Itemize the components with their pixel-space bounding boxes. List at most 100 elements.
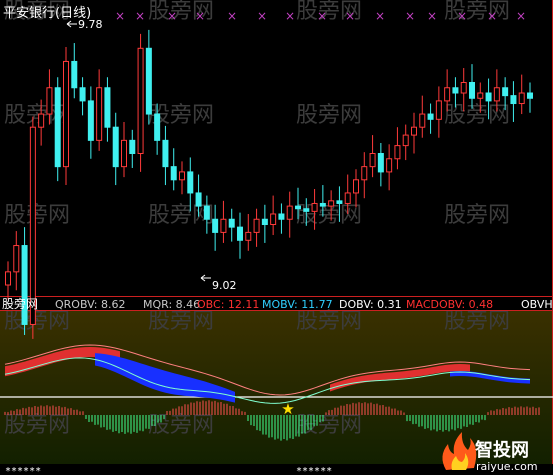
candle-up xyxy=(419,113,426,128)
candle-down xyxy=(261,218,268,226)
watermark-text: 股旁网 xyxy=(4,413,70,438)
top-marker: × xyxy=(427,9,437,23)
watermark-text: 股旁网 xyxy=(296,309,362,334)
candle-down xyxy=(237,226,243,241)
candle-up xyxy=(253,218,260,233)
candle-up xyxy=(394,145,401,160)
candle-up xyxy=(369,153,376,168)
candle-down xyxy=(104,87,111,128)
candle-down xyxy=(112,126,119,168)
candle-up xyxy=(328,200,335,207)
readout-1: MQR: 8.46 xyxy=(143,298,200,311)
candle-up xyxy=(29,126,36,325)
candle-up xyxy=(344,192,351,204)
watermark-text: 股旁网 xyxy=(296,413,362,438)
candle-down xyxy=(162,139,169,168)
candle-up xyxy=(402,134,409,147)
candle-up xyxy=(361,166,368,181)
candle-up xyxy=(518,92,525,105)
candle-down xyxy=(54,87,61,168)
candle-down xyxy=(203,205,210,220)
top-markers: × × × × × × × × × × × × × × × xyxy=(115,9,526,23)
bottom-marks-mid: ****** xyxy=(296,466,332,475)
watermark-text: 股旁网 xyxy=(296,103,362,128)
readout-2: OBC: 12.11 xyxy=(197,298,259,311)
top-marker: × xyxy=(317,9,327,23)
candle-up xyxy=(286,205,293,220)
candle-down xyxy=(170,166,177,181)
candle-down xyxy=(129,139,136,155)
candle-down xyxy=(427,113,434,120)
candle-down xyxy=(377,153,384,173)
readout-5: MACDOBV: 0.48 xyxy=(406,298,493,311)
candle-up xyxy=(493,87,500,102)
top-marker: × xyxy=(405,9,415,23)
top-marker: × xyxy=(135,9,145,23)
candle-down xyxy=(485,92,492,102)
indicator-readouts: QROBV: 8.62 MQR: 8.46OBC: 12.11 MOBV: 11.7… xyxy=(55,298,553,311)
candle-up xyxy=(435,100,442,120)
top-marker: × xyxy=(345,9,355,23)
candle-up xyxy=(477,92,484,99)
top-marker: × xyxy=(115,9,125,23)
watermark-text: 股旁网 xyxy=(444,309,510,334)
watermark-text: 股旁网 xyxy=(148,309,214,334)
high-label: 9.78 xyxy=(78,18,103,31)
candle-down xyxy=(187,171,194,194)
candle-down xyxy=(212,218,219,233)
candle-up xyxy=(270,213,277,226)
candle-down xyxy=(469,81,475,99)
top-marker: × xyxy=(195,9,205,23)
top-marker: × xyxy=(487,9,497,23)
candle-up xyxy=(353,179,359,194)
candle-up xyxy=(13,245,20,273)
readout-3: MOBV: 11.77 xyxy=(262,298,333,311)
candle-down xyxy=(278,213,285,220)
candle-up xyxy=(386,158,393,173)
candle-up xyxy=(245,231,252,241)
readout-0: QROBV: 8.62 xyxy=(55,298,126,311)
candle-down xyxy=(527,92,533,99)
candle-up xyxy=(220,218,227,233)
candle-down xyxy=(154,113,161,141)
watermark-text: 股旁网 xyxy=(4,203,70,228)
top-marker: × xyxy=(375,9,385,23)
candle-down xyxy=(502,87,509,97)
candle-down xyxy=(303,208,310,212)
watermark-text: 股旁网 xyxy=(444,203,510,228)
bottom-marks-left: ****** xyxy=(5,466,41,475)
readout-4: DOBV: 0.31 xyxy=(339,298,402,311)
candle-up xyxy=(179,171,185,181)
candle-down xyxy=(319,202,326,207)
candle-down xyxy=(21,245,28,325)
chart-canvas: 股旁网 股旁网 股旁网 股旁网股旁网 股旁网 股旁网 股旁网股旁网 股旁网 股旁网 股旁网股旁网股… xyxy=(0,0,553,475)
watermark-text: 股旁网 xyxy=(444,103,510,128)
candle-down xyxy=(87,100,94,141)
candle-up xyxy=(63,60,69,168)
candle-up xyxy=(311,202,318,212)
candle-up xyxy=(444,87,451,102)
candle-down xyxy=(452,87,459,94)
candle-up xyxy=(5,271,11,286)
top-marker: × xyxy=(457,9,467,23)
watermark-text: 股旁网 xyxy=(4,309,70,334)
signal-star-icon: ★ xyxy=(281,400,294,418)
top-marker: × xyxy=(167,9,177,23)
price-panel-bg xyxy=(0,0,553,296)
watermark-text: 股旁网 xyxy=(444,0,510,24)
candle-up xyxy=(121,139,127,168)
candle-down xyxy=(195,192,202,207)
candle-up xyxy=(137,47,144,154)
brand-name: 智投网 xyxy=(475,439,529,461)
candle-up xyxy=(460,81,467,94)
candle-down xyxy=(79,87,86,102)
low-label: 9.02 xyxy=(212,279,237,292)
candle-down xyxy=(510,95,517,105)
candle-down xyxy=(71,60,78,89)
candle-up xyxy=(411,126,417,136)
candle-down xyxy=(336,200,343,204)
top-marker: × xyxy=(227,9,237,23)
candle-up xyxy=(96,87,103,141)
candle-up xyxy=(46,87,53,115)
source-label: 股旁网 xyxy=(2,296,38,311)
